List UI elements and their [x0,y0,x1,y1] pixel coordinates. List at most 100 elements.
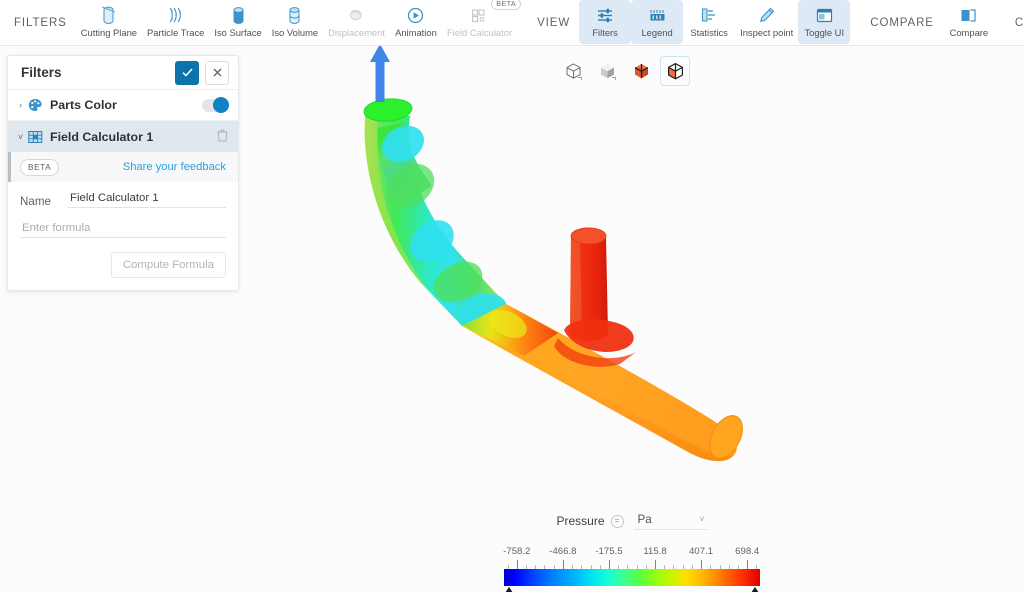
toolbar-item-inspect-point[interactable]: Inspect point [735,0,798,44]
wireframe-cube-icon[interactable] [558,56,588,86]
filter-name-parts-color: Parts Color [50,98,202,112]
toolbar-label-iso-volume: Iso Volume [272,28,318,37]
colorbar-ticks [504,560,760,569]
name-field-row: Name [20,192,226,208]
trash-icon[interactable] [217,129,228,145]
colorbar-minor-tick [600,565,601,570]
colorbar-minor-tick [646,565,647,570]
colorbar-tick-labels: -758.2-466.8-175.5115.8407.1698.4 [504,546,760,560]
colorbar-gradient[interactable] [504,569,760,586]
compare-icon [960,5,977,25]
chevron-right-icon[interactable]: › [15,100,26,110]
window-icon [816,5,833,25]
pencil-icon [759,5,775,25]
post-processor-app: FILTERS Cutting Plane Particle Trace Iso… [0,0,1024,592]
unit-select[interactable]: Pa ˅ [634,513,708,530]
colorbar-range-markers [504,586,760,592]
filter-row-field-calculator-1[interactable]: ˅ Field Calculator 1 [8,121,238,152]
toolbar-label-displacement: Displacement [328,28,385,37]
colorbar-major-tick [747,560,748,569]
shaded-cube-icon[interactable] [592,56,622,86]
pipe-junction-pressure-model[interactable] [358,86,778,491]
grid-icon [26,130,44,144]
filters-panel-header: Filters [8,56,238,90]
field-calculator-beta-row: BETA Share your feedback [11,152,238,182]
colorbar-tick-label: 115.8 [643,546,666,557]
colorbar-minor-tick [554,565,555,570]
colorbar-minor-tick [535,565,536,570]
toolbar-label-iso-surface: Iso Surface [214,28,261,37]
toolbar-item-iso-volume[interactable]: Iso Volume [267,0,323,44]
filter-row-parts-color[interactable]: › Parts Color [8,90,238,121]
check-icon[interactable] [175,61,199,85]
toolbar-group-filters: FILTERS Cutting Plane Particle Trace Iso… [8,0,517,46]
colorbar-major-tick [655,560,656,569]
colorbar-minor-tick [738,565,739,570]
toolbar-item-iso-surface[interactable]: Iso Surface [209,0,266,44]
surface-edges-cube-icon[interactable] [660,56,690,86]
toolbar-label-legend-toggle: Legend [641,28,672,37]
colorbar-minor-tick [544,565,545,570]
field-calculator-detail-section: BETA Share your feedback [8,152,238,182]
toolbar-label-filters-toggle: Filters [592,28,618,37]
unit-value: Pa [638,513,652,526]
toolbar-label-particle-trace: Particle Trace [147,28,204,37]
colorbar-min-marker[interactable] [503,587,515,592]
legend-colorbar: Pressure = Pa ˅ -758.2-466.8-175.5115.84… [240,508,1024,592]
toolbar-item-animation[interactable]: Animation [390,0,442,44]
beta-badge: BETA [20,159,59,176]
colorbar-minor-tick [581,565,582,570]
toolbar-item-displacement[interactable]: Displacement [323,0,390,44]
colorbar-minor-tick [627,565,628,570]
toolbar-group-view: VIEW Filters Legend Statistics [531,0,850,46]
toolbar-item-field-calculator[interactable]: BETA Field Calculator [442,0,517,44]
chevron-down-icon[interactable]: ˅ [15,132,26,142]
toolbar-item-filters-toggle[interactable]: Filters [579,0,631,44]
toolbar-item-cutting-plane[interactable]: Cutting Plane [76,0,142,44]
colorbar-max-marker[interactable] [749,587,761,592]
statistics-icon [701,5,717,25]
compute-formula-button[interactable]: Compute Formula [111,252,226,278]
toolbar-item-statistics[interactable]: Statistics [683,0,735,44]
share-feedback-link[interactable]: Share your feedback [123,161,226,173]
toolbar-group-label-capture: CAPTURE [1009,17,1024,29]
colorbar-minor-tick [508,565,509,570]
legend-field-name: Pressure [556,514,604,528]
filters-panel-title: Filters [21,65,62,80]
toolbar-label-statistics: Statistics [690,28,728,37]
toolbar-item-particle-trace[interactable]: Particle Trace [142,0,209,44]
toolbar-group-label-compare: COMPARE [864,17,943,29]
particle-trace-icon [167,5,184,25]
3d-viewport[interactable]: Pressure = Pa ˅ -758.2-466.8-175.5115.84… [240,46,1024,592]
parts-color-toggle[interactable] [202,99,228,112]
filters-panel: Filters › Parts Color ˅ [7,55,239,291]
colorbar-tick-label: -758.2 [503,546,530,557]
legend-field: Pressure = [556,514,623,528]
chevron-down-icon: ˅ [699,514,704,524]
toolbar-item-toggle-ui[interactable]: Toggle UI [798,0,850,44]
close-icon[interactable] [205,61,229,85]
iso-volume-icon [287,5,302,25]
colorbar-minor-tick [591,565,592,570]
toolbar-item-legend-toggle[interactable]: Legend [631,0,683,44]
colorbar-minor-tick [526,565,527,570]
colorbar-minor-tick [683,565,684,570]
name-label: Name [20,195,68,208]
formula-input[interactable] [20,222,226,238]
animation-icon [407,5,424,25]
toolbar-item-compare[interactable]: Compare [943,0,995,44]
iso-surface-icon [231,5,246,25]
colorbar-minor-tick [673,565,674,570]
colorbar-major-tick [517,560,518,569]
name-input[interactable] [68,192,226,208]
colorbar-tick-label: -175.5 [595,546,622,557]
colorbar-minor-tick [710,565,711,570]
colorbar-tick-label: 698.4 [735,546,759,557]
toolbar-label-field-calculator: Field Calculator [447,28,512,37]
surface-cube-icon[interactable] [626,56,656,86]
toolbar-label-compare: Compare [950,28,989,37]
toolbar-group-compare: COMPARE Compare [864,0,995,46]
colorbar-minor-tick [637,565,638,570]
legend-info-badge[interactable]: = [611,515,624,528]
toolbar-group-capture: CAPTURE Screenshot BETA Record [1009,0,1024,46]
